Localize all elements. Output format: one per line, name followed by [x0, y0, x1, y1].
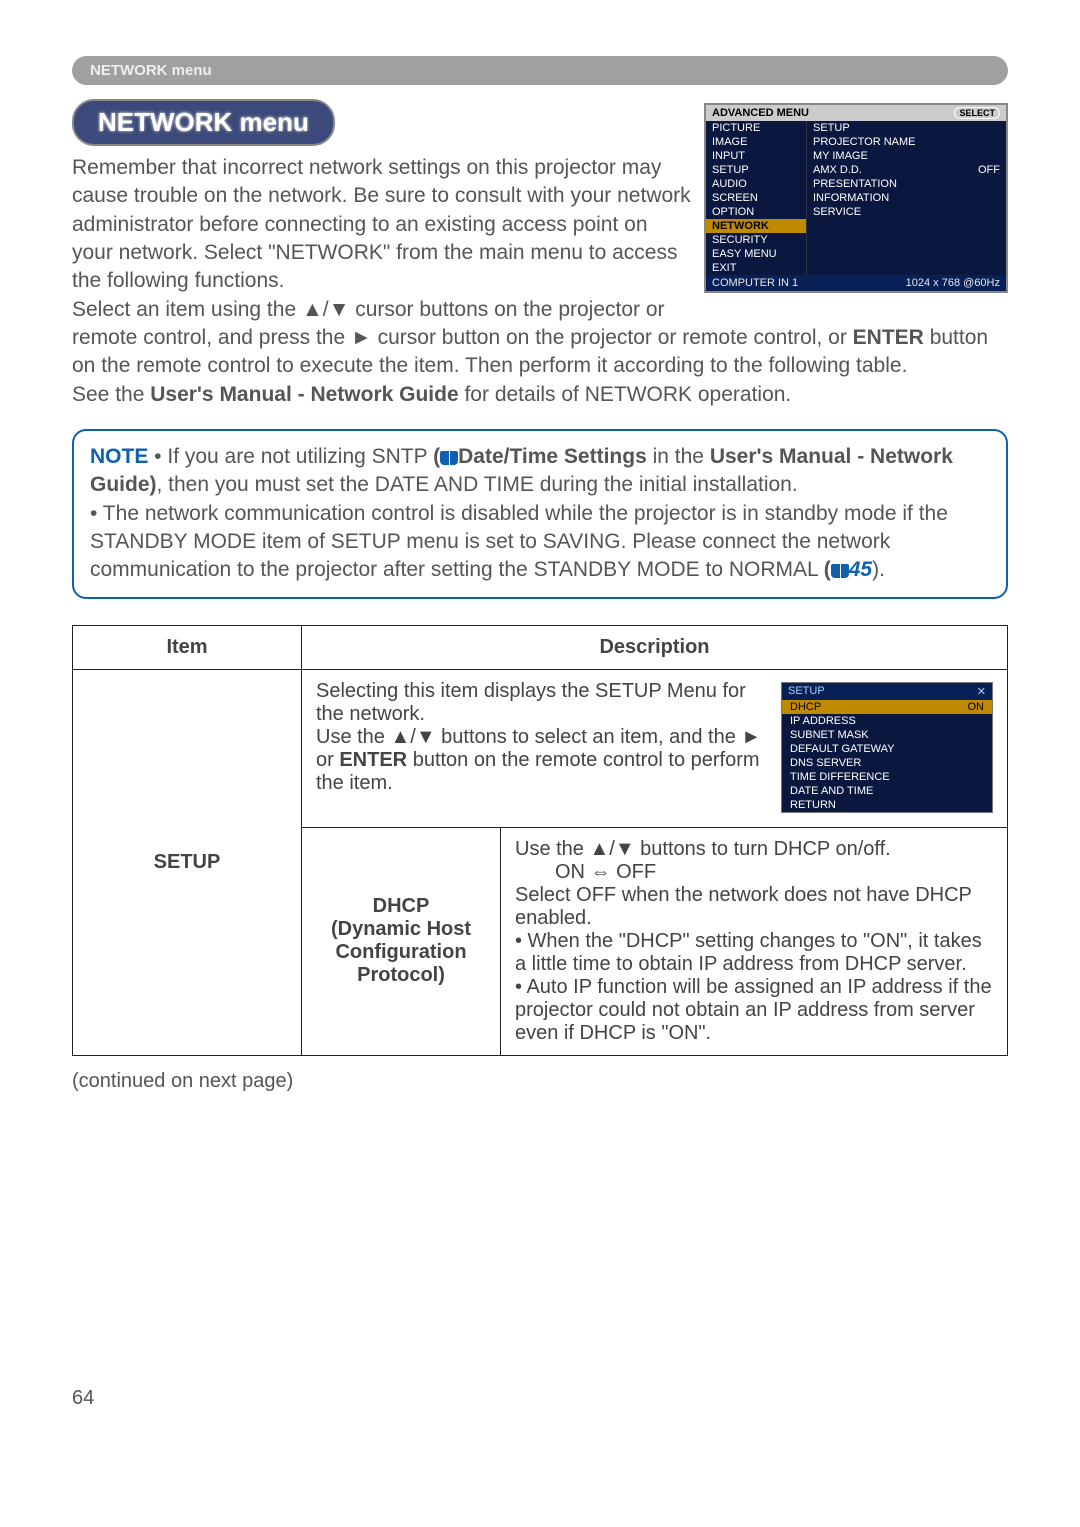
- advmenu-left-item-active: NETWORK: [706, 219, 806, 233]
- advmenu-left-item: SCREEN: [706, 191, 806, 205]
- setup-submenu-screenshot: SETUP✕ DHCPON IP ADDRESS SUBNET MASK DEF…: [781, 682, 993, 813]
- setup-row-label: DEFAULT GATEWAY: [790, 743, 895, 755]
- advmenu-left-item: IMAGE: [706, 135, 806, 149]
- setup-description-cell: SETUP✕ DHCPON IP ADDRESS SUBNET MASK DEF…: [302, 669, 1008, 827]
- breadcrumb: NETWORK menu: [72, 56, 1008, 85]
- setup-row-label: DHCP: [790, 701, 821, 713]
- advmenu-footer-right: 1024 x 768 @60Hz: [906, 277, 1000, 289]
- advmenu-left-item: AUDIO: [706, 177, 806, 191]
- close-icon: ✕: [977, 685, 986, 698]
- setup-row-label: DATE AND TIME: [790, 785, 873, 797]
- setup-row-label: TIME DIFFERENCE: [790, 771, 890, 783]
- page-number: 64: [72, 1387, 94, 1410]
- advmenu-right-item: INFORMATION: [813, 192, 889, 204]
- book-icon: [440, 451, 458, 465]
- advmenu-left-item: PICTURE: [706, 121, 806, 135]
- advmenu-left-item: SETUP: [706, 163, 806, 177]
- select-badge: SELECT: [954, 107, 1000, 119]
- advmenu-right-item: PRESENTATION: [813, 178, 897, 190]
- settings-table: Item Description SETUP SETUP✕ DHCPON IP …: [72, 625, 1008, 1056]
- dhcp-description-cell: Use the ▲/▼ buttons to turn DHCP on/off.…: [501, 827, 1008, 1055]
- advmenu-left-item: EASY MENU: [706, 247, 806, 261]
- advmenu-left-item: OPTION: [706, 205, 806, 219]
- advmenu-right-item: SERVICE: [813, 206, 861, 218]
- col-header-item: Item: [73, 625, 302, 669]
- advmenu-left-col: PICTURE IMAGE INPUT SETUP AUDIO SCREEN O…: [706, 121, 807, 275]
- advmenu-right-col: SETUP PROJECTOR NAME MY IMAGE AMX D.D.OF…: [807, 121, 1006, 275]
- setup-row-label: DNS SERVER: [790, 757, 861, 769]
- row-label-setup: SETUP: [73, 669, 302, 1055]
- setup-menu-title: SETUP: [788, 685, 825, 698]
- advanced-menu-screenshot: ADVANCED MENU SELECT PICTURE IMAGE INPUT…: [704, 103, 1008, 293]
- dhcp-sublabel-cell: DHCP (Dynamic Host Configuration Protoco…: [302, 827, 501, 1055]
- advmenu-right-item: MY IMAGE: [813, 150, 868, 162]
- advmenu-left-item: SECURITY: [706, 233, 806, 247]
- book-icon: [831, 564, 849, 578]
- note-box: NOTE • If you are not utilizing SNTP (Da…: [72, 429, 1008, 599]
- setup-row-label: SUBNET MASK: [790, 729, 869, 741]
- setup-row-label: RETURN: [790, 799, 836, 811]
- col-header-description: Description: [302, 625, 1008, 669]
- section-heading-pill: NETWORK menu: [72, 99, 335, 146]
- setup-row-label: IP ADDRESS: [790, 715, 856, 727]
- advmenu-footer-left: COMPUTER IN 1: [712, 277, 798, 289]
- note-label: NOTE: [90, 445, 148, 468]
- advmenu-left-item: EXIT: [706, 261, 806, 275]
- advmenu-right-item: AMX D.D.: [813, 164, 862, 176]
- advmenu-right-item: SETUP: [813, 122, 850, 134]
- advmenu-left-item: INPUT: [706, 149, 806, 163]
- advmenu-right-item: PROJECTOR NAME: [813, 136, 915, 148]
- advmenu-title: ADVANCED MENU: [712, 107, 809, 119]
- continued-note: (continued on next page): [72, 1070, 1008, 1093]
